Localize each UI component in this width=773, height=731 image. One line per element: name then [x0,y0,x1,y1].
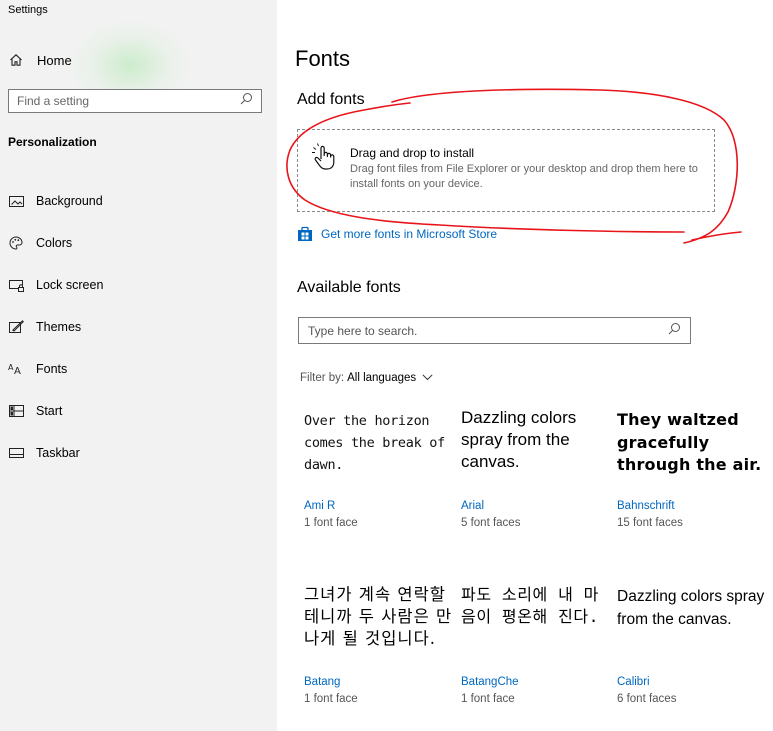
background-icon [8,193,24,209]
store-bag-icon [297,226,313,242]
font-preview: Dazzling colors spray from the canvas. [617,588,765,628]
app-title: Settings [8,4,48,16]
font-face-count: 1 font face [461,693,515,705]
sidebar-item-themes[interactable]: Themes [0,306,277,348]
font-search-box[interactable] [298,317,691,344]
find-setting-box[interactable] [8,89,262,113]
font-face-count: 15 font faces [617,517,683,529]
sidebar-item-label: Colors [36,236,73,250]
sidebar-item-background[interactable]: Background [0,180,277,222]
font-preview: 그녀가 계속 연락할 테니까 두 사람은 만나게 될 것입니다. [304,585,453,648]
themes-icon [8,319,24,335]
drop-zone-description: Drag font files from File Explorer or yo… [350,163,698,190]
sidebar-item-fonts[interactable]: AA Fonts [0,348,277,390]
font-name[interactable]: Arial [461,500,484,512]
search-icon[interactable] [668,322,681,340]
search-icon[interactable] [240,92,253,110]
font-card-bahnschrift[interactable]: They waltzed gracefully through the air.… [617,409,767,539]
chevron-down-icon[interactable] [422,372,433,384]
start-icon [8,403,24,419]
font-card-arial[interactable]: Dazzling colors spray from the canvas. A… [461,407,611,537]
add-fonts-heading: Add fonts [297,91,365,108]
sidebar-item-start[interactable]: Start [0,390,277,432]
available-fonts-heading: Available fonts [297,279,401,296]
font-face-count: 1 font face [304,517,358,529]
sidebar-item-label: Fonts [36,362,68,376]
svg-text:A: A [14,366,21,375]
font-face-count: 6 font faces [617,693,677,705]
main-content: Fonts Add fonts Drag and drop to install… [277,0,773,731]
font-drop-zone[interactable]: Drag and drop to install Drag font files… [297,129,715,212]
font-card-batangche[interactable]: 파도 소리에 내 마음이 평온해 진다. BatangChe 1 font fa… [461,584,611,714]
font-card-calibri[interactable]: Dazzling colors spray from the canvas. C… [617,585,767,715]
store-link-label[interactable]: Get more fonts in Microsoft Store [321,227,497,241]
font-face-count: 1 font face [304,693,358,705]
find-setting-input[interactable] [17,94,240,108]
font-name[interactable]: Calibri [617,676,650,688]
sidebar-item-taskbar[interactable]: Taskbar [0,432,277,474]
hand-pointer-icon [310,142,340,172]
sidebar-item-label: Start [36,404,63,418]
font-name[interactable]: Batang [304,676,340,688]
fonts-icon: AA [8,361,24,377]
sidebar-item-home[interactable]: Home [8,50,72,70]
sidebar-item-lock-screen[interactable]: Lock screen [0,264,277,306]
font-name[interactable]: Ami R [304,500,335,512]
palette-icon [8,235,24,251]
sidebar-nav: Background Colors Lock screen Themes AA … [0,180,277,474]
font-face-count: 5 font faces [461,517,521,529]
sidebar-item-label: Themes [36,320,82,334]
drop-zone-title: Drag and drop to install [350,146,475,160]
filter-value[interactable]: All languages [347,372,416,384]
sidebar-item-label: Taskbar [36,446,80,460]
language-filter[interactable]: Filter by: All languages [300,372,433,384]
font-card-batang[interactable]: 그녀가 계속 연락할 테니까 두 사람은 만나게 될 것입니다. Batang … [304,584,454,714]
home-label: Home [37,52,72,68]
sidebar-item-label: Lock screen [36,278,104,292]
font-name[interactable]: BatangChe [461,676,519,688]
taskbar-icon [8,445,24,461]
font-search-input[interactable] [308,323,668,338]
sidebar-item-label: Background [36,194,103,208]
font-preview: They waltzed gracefully through the air. [617,410,762,474]
section-title: Personalization [8,135,97,149]
filter-label: Filter by: [300,372,345,384]
store-link[interactable]: Get more fonts in Microsoft Store [297,226,497,242]
font-name[interactable]: Bahnschrift [617,500,675,512]
font-preview: 파도 소리에 내 마음이 평온해 진다. [461,585,599,626]
font-preview: Over the horizon comes the break of dawn… [304,413,445,473]
font-preview: Dazzling colors spray from the canvas. [461,408,577,471]
lock-screen-icon [8,277,24,293]
sidebar-item-colors[interactable]: Colors [0,222,277,264]
page-title: Fonts [295,46,351,71]
font-card-ami-r[interactable]: Over the horizon comes the break of dawn… [304,410,454,540]
home-icon [8,52,24,68]
sidebar: Settings Home Personalization Background… [0,0,277,731]
